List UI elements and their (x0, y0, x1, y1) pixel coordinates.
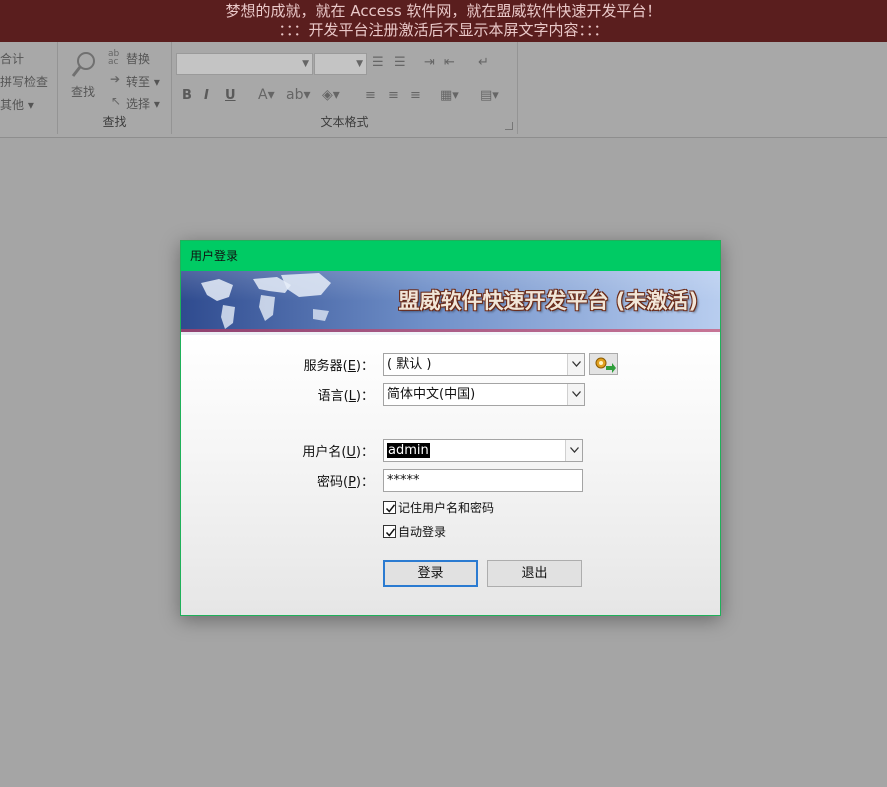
language-label-suffix: )： (355, 389, 374, 404)
gridlines-icon[interactable]: ▦▾ (440, 89, 459, 102)
username-label-suffix: )： (355, 445, 374, 460)
password-field[interactable]: ***** (383, 469, 583, 492)
spelling-button[interactable]: 拼写检查 (0, 73, 48, 90)
italic-button[interactable]: I (204, 88, 209, 103)
indent-decrease-icon[interactable]: ⇤ (444, 56, 455, 69)
dialog-titlebar[interactable]: 用户登录 (181, 241, 720, 271)
server-select[interactable]: ( 默认 ) (383, 353, 585, 376)
username-value[interactable]: admin (387, 443, 430, 458)
underline-button[interactable]: U (225, 88, 236, 103)
password-label-key: P (348, 475, 356, 490)
totals-button[interactable]: 合计 (0, 50, 24, 67)
server-config-button[interactable] (589, 353, 618, 375)
text-format-group-label: 文本格式 (320, 115, 369, 129)
font-color-icon[interactable]: A▾ (258, 88, 275, 102)
font-name-combo[interactable]: ▼ (176, 53, 313, 75)
text-direction-icon[interactable]: ↵ (478, 56, 489, 69)
chevron-down-icon: ▼ (356, 59, 363, 69)
password-label: 密码(P)： (317, 471, 374, 490)
server-label-key: E (347, 359, 356, 374)
autologin-checkbox-label[interactable]: 自动登录 (398, 523, 446, 540)
server-label-suffix: )： (355, 359, 374, 374)
find-group-label: 查找 (102, 115, 127, 129)
username-label: 用户名(U)： (302, 441, 374, 460)
username-label-key: U (346, 445, 356, 460)
password-label-text: 密码( (317, 475, 349, 490)
highlight-icon[interactable]: ab▾ (286, 88, 311, 102)
find-magnifier-icon[interactable] (70, 50, 98, 80)
alternate-row-icon[interactable]: ▤▾ (480, 89, 499, 102)
align-left-icon[interactable]: ≡ (365, 89, 376, 102)
language-label-text: 语言( (317, 389, 349, 404)
chevron-down-icon: ▼ (302, 59, 309, 69)
login-form: 服务器(E)： ( 默认 ) 语言(L)： 简体中文(中国) 用户名(U)： a… (181, 335, 720, 615)
header-title: 盟威软件快速开发平台 (未激活) (398, 289, 698, 313)
bullets-icon[interactable]: ☰ (372, 56, 384, 69)
goto-button[interactable]: 转至 ▾ (126, 73, 160, 90)
username-label-text: 用户名( (302, 445, 347, 460)
indent-increase-icon[interactable]: ⇥ (424, 56, 435, 69)
server-label: 服务器(E)： (304, 355, 374, 374)
dialog-launcher-icon[interactable] (505, 122, 513, 130)
ribbon-group-find: 查找 ab ac 替换 ➔ 转至 ▾ ↖ 选择 ▾ 查找 (58, 42, 172, 134)
username-combo[interactable]: admin (383, 439, 583, 462)
find-button-label[interactable]: 查找 (71, 83, 95, 100)
server-settings-icon (595, 357, 616, 373)
autologin-checkbox[interactable]: 自动登录 (383, 523, 446, 540)
server-label-text: 服务器( (303, 359, 348, 374)
ribbon-group-totals: 合计 拼写检查 其他 ▾ (0, 42, 58, 134)
replace-button[interactable]: 替换 (126, 50, 150, 67)
more-button[interactable]: 其他 ▾ (0, 96, 34, 113)
activation-banner: 梦想的成就，就在 Access 软件网，就在盟威软件快速开发平台！ ：：：开发平… (0, 0, 887, 42)
checkbox-checked-icon[interactable] (383, 525, 396, 538)
align-right-icon[interactable]: ≡ (410, 89, 421, 102)
align-center-icon[interactable]: ≡ (388, 89, 399, 102)
password-label-suffix: )： (355, 475, 374, 490)
language-label-key: L (348, 389, 356, 404)
login-button[interactable]: 登录 (383, 560, 478, 587)
password-value: ***** (387, 473, 420, 488)
chevron-down-icon[interactable] (567, 354, 584, 375)
remember-checkbox-label[interactable]: 记住用户名和密码 (398, 499, 494, 516)
language-label: 语言(L)： (318, 385, 374, 404)
checkbox-checked-icon[interactable] (383, 501, 396, 514)
ribbon: 合计 拼写检查 其他 ▾ 查找 ab ac 替换 ➔ 转至 ▾ ↖ 选择 ▾ 查找… (0, 42, 887, 138)
header-banner-image: 盟威软件快速开发平台 (未激活) (181, 271, 720, 335)
select-button[interactable]: 选择 ▾ (126, 95, 160, 112)
chevron-down-icon[interactable] (565, 440, 582, 461)
replace-icon: ab ac (108, 49, 120, 67)
chevron-down-icon[interactable] (567, 384, 584, 405)
banner-line-2: ：：：开发平台注册激活后不显示本屏文字内容：：： (278, 21, 609, 39)
fill-color-icon[interactable]: ◈▾ (322, 88, 340, 102)
login-dialog: 用户登录 盟威软件快速开发平台 (未激活) 服务器(E)： (默认) 语言(… (180, 240, 721, 616)
numbering-icon[interactable]: ☰ (394, 56, 406, 69)
language-select[interactable]: 简体中文(中国) (383, 383, 585, 406)
ribbon-group-text-format: ▼ ▼ ☰ ☰ ⇥ ⇤ ↵ B I U A▾ ab▾ ◈▾ ≡ ≡ ≡ ▦▾ ▤… (172, 42, 518, 134)
banner-line-1: 梦想的成就，就在 Access 软件网，就在盟威软件快速开发平台！ (225, 2, 662, 20)
bold-button[interactable]: B (182, 88, 192, 103)
font-size-combo[interactable]: ▼ (314, 53, 367, 75)
select-cursor-icon: ↖ (111, 94, 122, 108)
remember-checkbox[interactable]: 记住用户名和密码 (383, 499, 494, 516)
exit-button[interactable]: 退出 (487, 560, 582, 587)
language-value: 简体中文(中国) (387, 387, 476, 402)
server-value: ( 默认 ) (387, 357, 432, 372)
goto-arrow-icon: ➔ (110, 72, 121, 86)
